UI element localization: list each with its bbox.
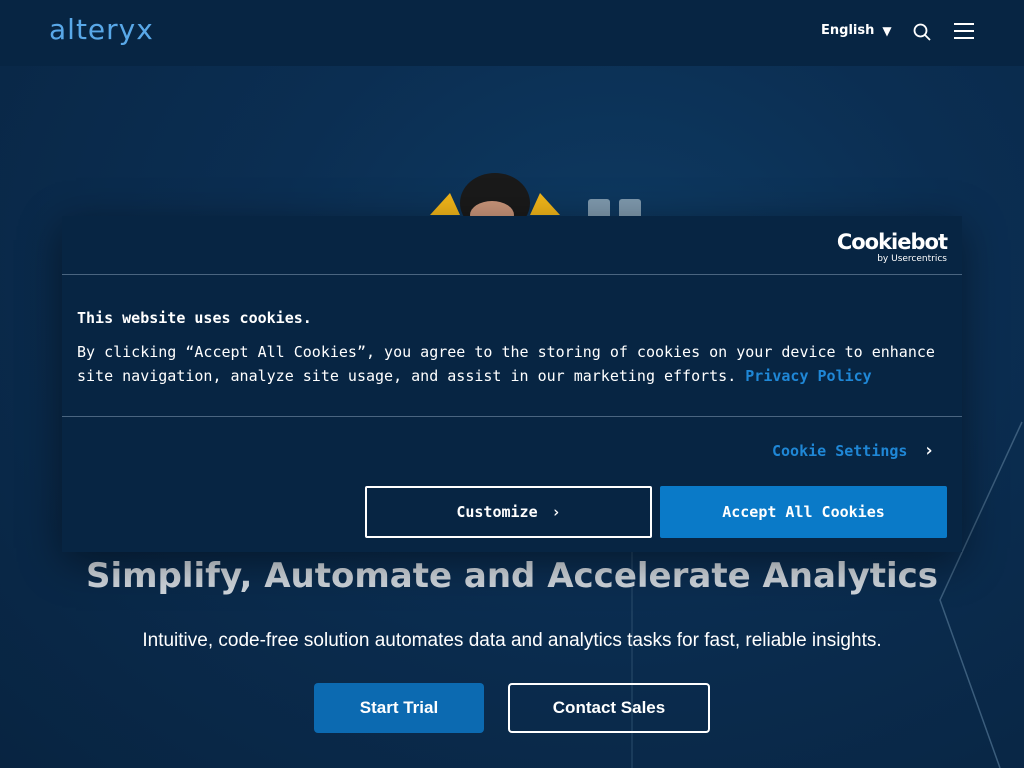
hamburger-menu-icon[interactable]: [954, 23, 974, 39]
cookiebot-logo: Cookiebot by Usercentrics: [836, 230, 948, 264]
hero-title: Simplify, Automate and Accelerate Analyt…: [85, 556, 939, 596]
caret-down-icon: ▼: [882, 23, 892, 38]
privacy-policy-link[interactable]: Privacy Policy: [745, 367, 871, 385]
cookiebot-brand: Cookiebot: [836, 230, 948, 254]
cookiebot-by-usercentrics: by Usercentrics: [877, 254, 947, 264]
cookie-consent-dialog: Cookiebot by Usercentrics This website u…: [62, 216, 962, 552]
cookie-settings-label: Cookie Settings: [772, 441, 908, 460]
page: alteryx English ▼ Simplify, Automate and…: [0, 0, 1024, 768]
language-selector[interactable]: English ▼: [821, 23, 892, 38]
cookie-settings-link[interactable]: Cookie Settings ›: [772, 440, 934, 461]
alteryx-logo[interactable]: alteryx: [49, 13, 154, 46]
contact-sales-button[interactable]: Contact Sales: [508, 683, 710, 733]
cookie-title: This website uses cookies.: [77, 309, 312, 327]
divider: [62, 416, 962, 417]
site-header: alteryx English ▼: [0, 0, 1024, 66]
start-trial-button[interactable]: Start Trial: [314, 683, 484, 733]
accept-all-cookies-button[interactable]: Accept All Cookies: [660, 486, 947, 538]
customize-label: Customize: [456, 503, 538, 521]
hero-person-image: [430, 173, 560, 223]
chevron-right-icon: ›: [551, 503, 561, 521]
search-icon[interactable]: [912, 22, 932, 42]
customize-button[interactable]: Customize ›: [365, 486, 652, 538]
chevron-right-icon: ›: [923, 440, 935, 461]
divider: [62, 274, 962, 275]
hero-subtitle: Intuitive, code-free solution automates …: [142, 630, 882, 651]
language-label: English: [821, 23, 875, 38]
cookie-body: By clicking “Accept All Cookies”, you ag…: [77, 340, 937, 388]
